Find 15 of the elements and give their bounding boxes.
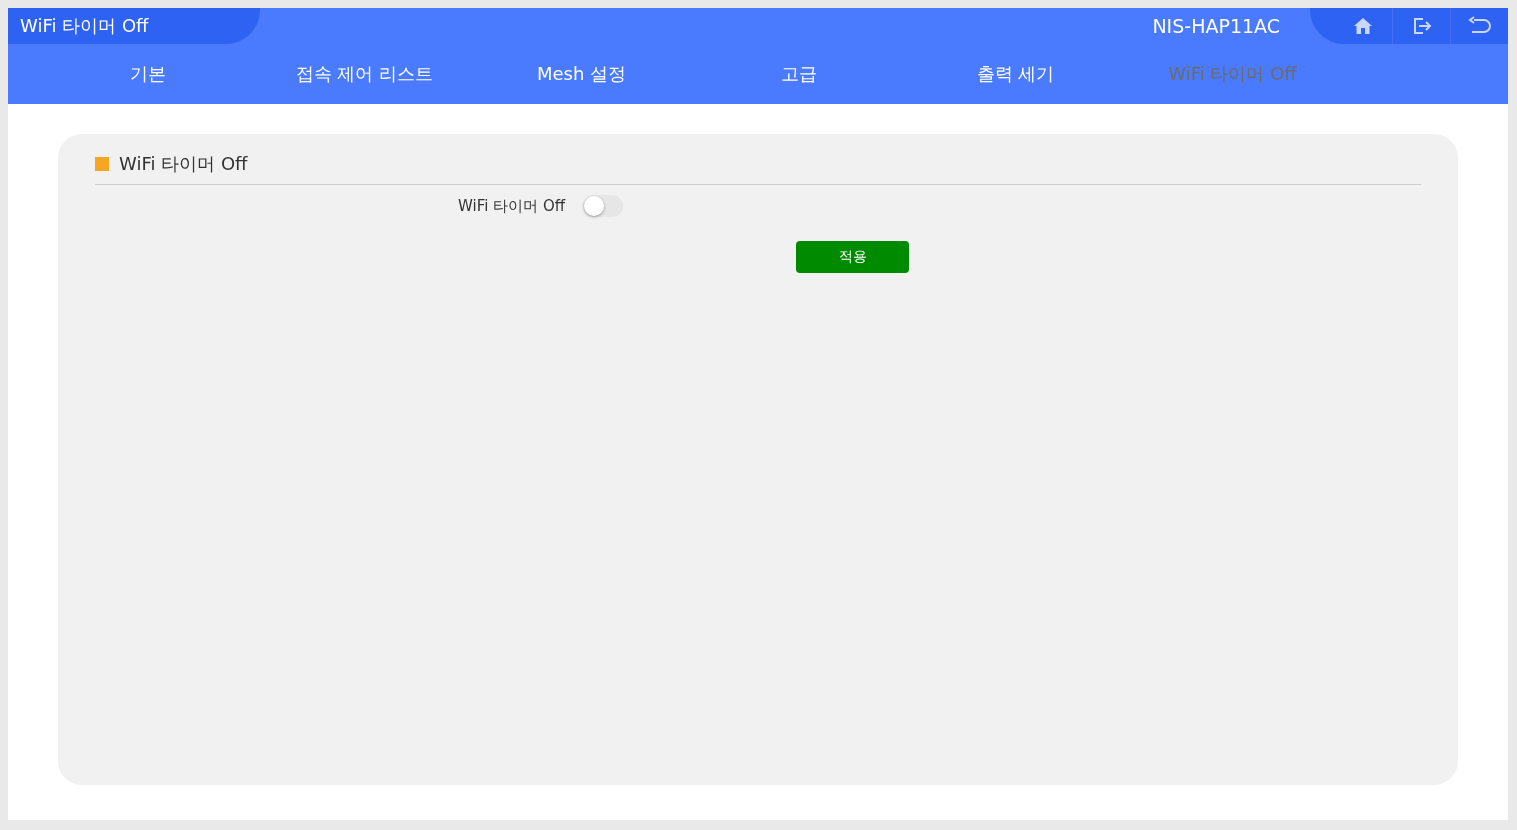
device-name: NIS-HAP11AC [1152,15,1280,37]
toggle-switch[interactable] [583,195,624,217]
nav-tab[interactable]: 고급 [690,44,907,104]
nav-tab[interactable]: 접속 제어 리스트 [256,44,473,104]
apply-button[interactable]: 적용 [796,241,909,273]
nav-tab[interactable]: 기본 [39,44,256,104]
nav-tab[interactable]: 출력 세기 [907,44,1124,104]
section-title: WiFi 타이머 Off [119,152,248,176]
nav-tab[interactable]: Mesh 설정 [473,44,690,104]
page-title: WiFi 타이머 Off [20,14,149,38]
logout-icon [1411,16,1432,36]
home-icon [1353,17,1373,35]
setting-label: WiFi 타이머 Off [458,196,566,216]
section-marker-icon [95,157,109,171]
back-icon [1467,16,1492,36]
